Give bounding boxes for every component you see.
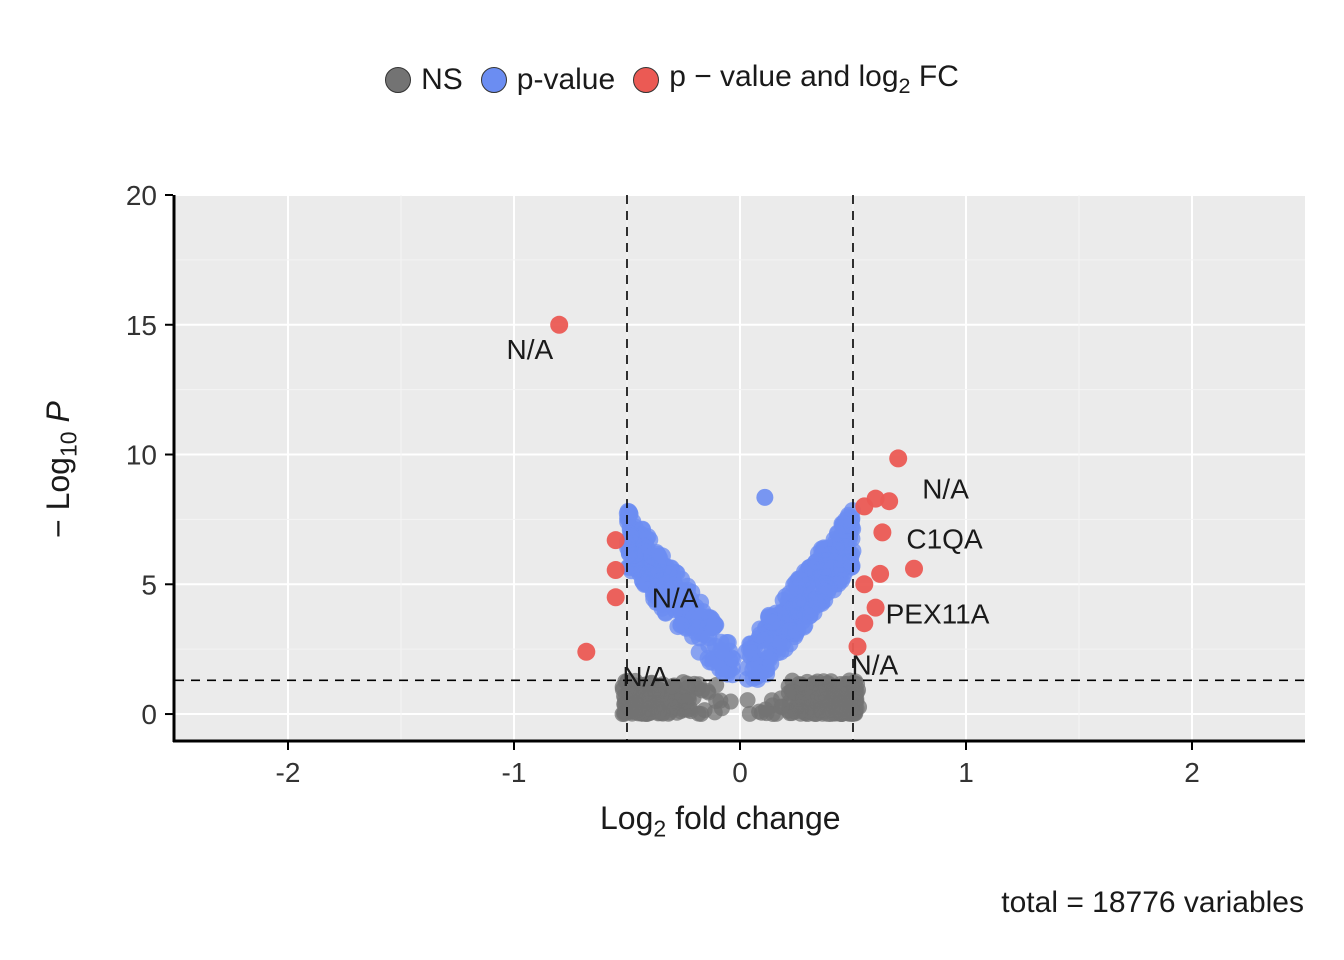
x-tick-label: -2 [276,757,301,788]
y-tick-label: 15 [126,310,157,341]
y-tick-label: 0 [141,699,157,730]
point-label: N/A [652,582,699,613]
x-tick-label: 1 [958,757,974,788]
x-axis-title: Log2 fold change [600,800,841,842]
point-label: N/A [852,650,899,681]
point-label: N/A [922,473,969,504]
point-label: C1QA [906,523,983,554]
y-tick-label: 20 [126,180,157,211]
point-label: N/A [622,661,669,692]
volcano-plot-figure: NS p-value p − value and log2 FC N/AN/AN… [0,0,1344,960]
points-significant [550,316,923,661]
x-tick-label: 0 [732,757,748,788]
y-tick-label: 5 [141,569,157,600]
caption-total-variables: total = 18776 variables [1001,886,1304,920]
y-tick-label: 10 [126,440,157,471]
x-tick-label: 2 [1184,757,1200,788]
point-label: PEX11A [886,599,990,630]
x-tick-label: -1 [502,757,527,788]
point-label: N/A [507,334,554,365]
y-axis-title: − Log10 P [40,401,82,538]
